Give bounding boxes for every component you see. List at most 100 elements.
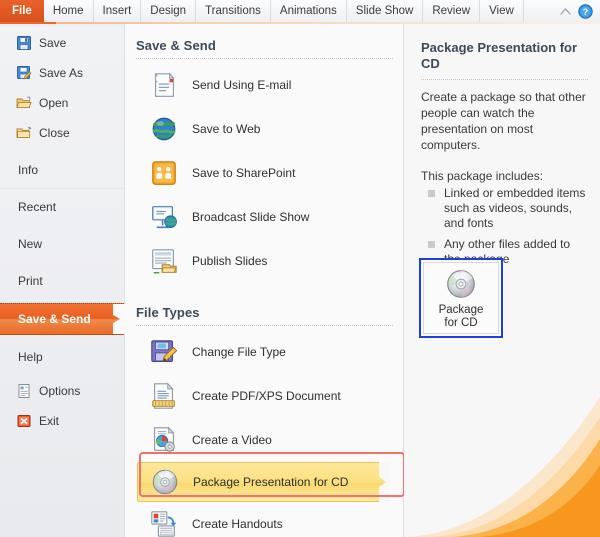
tab-animations-label: Animations [279, 5, 337, 17]
sidebar-top-fill [0, 24, 124, 27]
details-description: Create a package so that other people ca… [421, 90, 586, 152]
tab-view-label: View [489, 5, 514, 17]
tab-animations[interactable]: Animations [271, 0, 347, 22]
sidebar-item-open[interactable]: Open [0, 88, 124, 118]
open-folder-icon [16, 96, 32, 109]
tab-insert-label: Insert [102, 5, 132, 17]
section-header-save-and-send: Save & Send [136, 38, 216, 53]
command-save-to-sharepoint[interactable]: Save to SharePoint [125, 151, 403, 195]
publish-slides-icon [152, 249, 177, 274]
sidebar-item-save-as[interactable]: Save As [0, 58, 124, 88]
command-create-a-video-label: Create a Video [192, 433, 272, 447]
minimize-ribbon-icon[interactable] [559, 5, 572, 18]
tab-file[interactable]: File [0, 0, 44, 22]
sidebar-item-print[interactable]: Print [0, 266, 124, 296]
command-save-to-web[interactable]: Save to Web [125, 107, 403, 151]
sidebar-item-recent-label: Recent [18, 200, 57, 214]
tab-design[interactable]: Design [141, 0, 197, 22]
details-title: Package Presentation for CD [421, 40, 578, 71]
tab-home[interactable]: Home [44, 0, 94, 22]
command-create-a-video[interactable]: Create a Video [125, 418, 403, 462]
cd-disc-icon [447, 269, 475, 298]
tab-slide-show[interactable]: Slide Show [347, 0, 424, 22]
button-label-line2: for CD [444, 316, 478, 329]
tab-view[interactable]: View [480, 0, 524, 22]
sidebar-item-save-and-send[interactable]: Save & Send [0, 303, 125, 335]
command-create-handouts-label: Create Handouts [192, 517, 283, 531]
sidebar-item-help-label: Help [18, 350, 43, 364]
list-item-label: Linked or embedded items such as videos,… [444, 186, 586, 230]
sidebar-item-options-label: Options [39, 384, 81, 398]
ribbon-tab-strip: File Home Insert Design Transitions Anim… [0, 0, 600, 23]
command-send-using-email-label: Send Using E-mail [192, 78, 292, 92]
tab-file-label: File [12, 5, 32, 17]
tab-transitions[interactable]: Transitions [196, 0, 271, 22]
selection-pointer-icon [379, 462, 390, 502]
command-save-to-web-label: Save to Web [192, 122, 261, 136]
sidebar-item-save-and-send-label: Save & Send [18, 312, 91, 326]
options-icon [18, 384, 30, 398]
sidebar-item-exit[interactable]: Exit [0, 406, 124, 436]
command-change-file-type-label: Change File Type [192, 345, 286, 359]
svg-text:?: ? [583, 6, 588, 16]
tab-review-label: Review [432, 5, 471, 17]
ribbon-filler [524, 0, 559, 22]
pdf-document-icon [152, 382, 175, 409]
command-create-pdf-xps-label: Create PDF/XPS Document [192, 389, 341, 403]
globe-icon [152, 117, 176, 141]
sidebar-item-print-label: Print [18, 274, 43, 288]
command-create-pdf-xps[interactable]: Create PDF/XPS Document [125, 374, 403, 418]
command-package-presentation-for-cd[interactable]: Package Presentation for CD [137, 462, 390, 502]
close-folder-icon [16, 126, 32, 138]
package-for-cd-button-label: Package for CD [439, 304, 484, 330]
sidebar-item-options[interactable]: Options [0, 376, 124, 406]
sidebar-item-close[interactable]: Close [0, 118, 124, 148]
sidebar-item-save[interactable]: Save [0, 28, 124, 58]
command-create-handouts[interactable]: Create Handouts [125, 502, 403, 537]
command-broadcast-slide-show[interactable]: Broadcast Slide Show [125, 195, 403, 239]
tab-design-label: Design [150, 5, 187, 17]
sidebar-item-help[interactable]: Help [0, 342, 124, 372]
package-for-cd-button[interactable]: Package for CD [419, 258, 503, 338]
selection-pointer-icon [113, 304, 125, 334]
save-disk-icon [17, 36, 31, 50]
button-label-line1: Package [438, 303, 484, 316]
ribbon-controls: ? [559, 0, 600, 22]
email-envelope-icon [154, 72, 175, 97]
command-publish-slides-label: Publish Slides [192, 254, 268, 268]
handouts-icon [151, 511, 177, 537]
command-package-presentation-for-cd-label: Package Presentation for CD [193, 475, 349, 489]
sidebar-item-recent[interactable]: Recent [0, 192, 124, 222]
sharepoint-people-icon [152, 161, 176, 185]
sidebar-item-info[interactable]: Info [0, 155, 124, 185]
square-bullet-icon [428, 241, 435, 248]
section-header-file-types: File Types [136, 305, 200, 320]
change-file-type-icon [151, 340, 178, 363]
save-and-send-command-column: Save & Send Send Using E-mail Save to We… [125, 24, 404, 537]
exit-icon [17, 415, 31, 427]
details-includes-list: Linked or embedded items such as videos,… [404, 186, 600, 267]
sidebar-item-save-label: Save [39, 36, 67, 50]
sidebar-item-save-as-label: Save As [39, 66, 84, 80]
sidebar-item-exit-label: Exit [39, 414, 60, 428]
cd-disc-icon [152, 469, 178, 495]
help-icon[interactable]: ? [578, 3, 593, 19]
tab-insert[interactable]: Insert [94, 0, 142, 22]
sidebar-item-new-label: New [18, 237, 43, 251]
tab-slide-show-label: Slide Show [355, 5, 414, 17]
broadcast-screen-icon [152, 206, 177, 229]
save-as-icon [17, 66, 32, 80]
square-bullet-icon [428, 190, 435, 197]
list-item: Linked or embedded items such as videos,… [428, 186, 588, 231]
details-includes-label: This package includes: [421, 169, 544, 183]
tab-transitions-label: Transitions [205, 5, 261, 17]
command-change-file-type[interactable]: Change File Type [125, 330, 403, 374]
command-publish-slides[interactable]: Publish Slides [125, 239, 403, 283]
sidebar-item-close-label: Close [39, 126, 70, 140]
command-broadcast-slide-show-label: Broadcast Slide Show [192, 210, 310, 224]
command-send-using-email[interactable]: Send Using E-mail [125, 63, 403, 107]
sidebar-item-new[interactable]: New [0, 229, 124, 259]
sidebar-divider [0, 188, 124, 189]
tab-review[interactable]: Review [423, 0, 481, 22]
sidebar-item-info-label: Info [18, 163, 39, 177]
